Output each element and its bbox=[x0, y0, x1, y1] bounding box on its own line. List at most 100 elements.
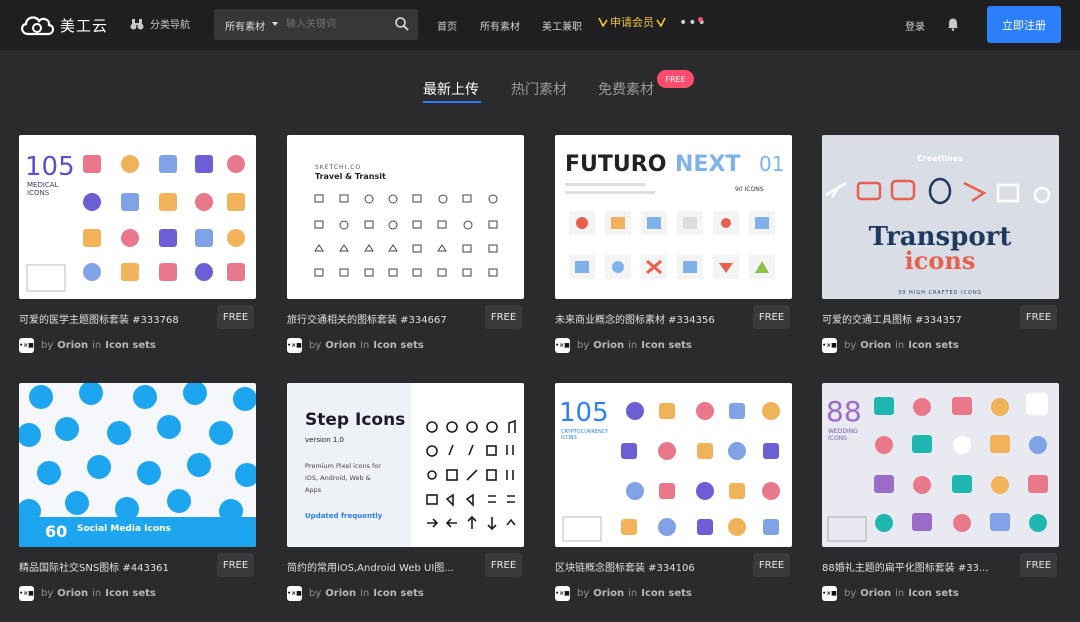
wedding-icons-preview: 88 WEDDING ICONS bbox=[822, 383, 1059, 547]
business-icons-preview: FUTURO NEXT 01 90 ICONS bbox=[555, 135, 792, 299]
card-author: •×■ by Orion in Icon sets bbox=[287, 586, 428, 601]
card-title[interactable]: 未来商业概念的图标素材 #334356 bbox=[555, 311, 735, 326]
card-thumbnail[interactable]: SKETCHI.CO Travel & Transit bbox=[287, 135, 524, 299]
nav-home[interactable]: 首页 bbox=[437, 18, 457, 33]
active-tab-indicator bbox=[423, 101, 481, 103]
card-thumbnail[interactable]: FUTURO NEXT 01 90 ICONS bbox=[555, 135, 792, 299]
free-tag: FREE bbox=[1020, 305, 1057, 329]
author-category[interactable]: Icon sets bbox=[373, 588, 424, 599]
card-thumbnail[interactable]: 60 Social Media Icons bbox=[19, 383, 256, 547]
card-title[interactable]: 可爱的交通工具图标 #334357 bbox=[822, 311, 1002, 326]
card-thumbnail[interactable]: 88 WEDDING ICONS bbox=[822, 383, 1059, 547]
preview-title: Social Media Icons bbox=[77, 524, 171, 534]
preview-label: ICONS bbox=[828, 435, 847, 442]
preview-label: Premium Pixel icons for bbox=[305, 462, 381, 470]
card-author: •×■ by Orion in Icon sets bbox=[822, 586, 963, 601]
search-icon[interactable] bbox=[394, 16, 410, 32]
crypto-icons-preview: 105 CRYPTOCURRENCY ICONS bbox=[555, 383, 792, 547]
author-category[interactable]: Icon sets bbox=[641, 340, 692, 351]
author-name[interactable]: Orion bbox=[325, 340, 356, 351]
card-thumbnail[interactable]: 105 CRYPTOCURRENCY ICONS bbox=[555, 383, 792, 547]
preview-number: 105 bbox=[25, 152, 75, 182]
card-title[interactable]: 可爱的医学主题图标套装 #333768 bbox=[19, 311, 199, 326]
preview-label: SKETCHI.CO bbox=[315, 164, 361, 171]
author-by: by bbox=[309, 588, 322, 599]
author-avatar[interactable]: •×■ bbox=[287, 586, 302, 601]
author-name[interactable]: Orion bbox=[860, 588, 891, 599]
author-avatar[interactable]: •×■ bbox=[822, 338, 837, 353]
author-avatar[interactable]: •×■ bbox=[555, 338, 570, 353]
author-by: by bbox=[844, 588, 857, 599]
card-thumbnail[interactable]: Step Icons version 1.0 Premium Pixel ico… bbox=[287, 383, 524, 547]
author-name[interactable]: Orion bbox=[593, 588, 624, 599]
preview-number: 105 bbox=[559, 398, 609, 428]
category-nav[interactable]: 分类导航 bbox=[130, 16, 190, 31]
card-author: •×■ by Orion in Icon sets bbox=[555, 338, 696, 353]
author-in: in bbox=[895, 588, 905, 599]
card-thumbnail[interactable]: 105 MEDICAL ICONS bbox=[19, 135, 256, 299]
author-by: by bbox=[844, 340, 857, 351]
tab-free[interactable]: 免费素材 bbox=[598, 79, 654, 99]
crown-right-icon bbox=[656, 17, 666, 28]
free-tag: FREE bbox=[1020, 553, 1057, 577]
nav-parttime[interactable]: 美工兼职 bbox=[542, 18, 582, 33]
author-category[interactable]: Icon sets bbox=[373, 340, 424, 351]
author-category[interactable]: Icon sets bbox=[641, 588, 692, 599]
preview-number: 01 bbox=[759, 152, 784, 176]
author-avatar[interactable]: •×■ bbox=[822, 586, 837, 601]
nav-all-materials[interactable]: 所有素材 bbox=[480, 18, 520, 33]
preview-label: MEDICAL bbox=[27, 181, 59, 189]
bell-icon[interactable] bbox=[946, 17, 960, 31]
author-avatar[interactable]: •×■ bbox=[19, 338, 34, 353]
author-name[interactable]: Orion bbox=[860, 340, 891, 351]
author-name[interactable]: Orion bbox=[325, 588, 356, 599]
card-title[interactable]: 旅行交通相关的图标套装 #334667 bbox=[287, 311, 467, 326]
author-in: in bbox=[360, 588, 370, 599]
card-author: •×■ by Orion in Icon sets bbox=[287, 338, 428, 353]
free-tag: FREE bbox=[753, 553, 790, 577]
author-category[interactable]: Icon sets bbox=[908, 340, 959, 351]
search-category-select[interactable]: 所有素材 bbox=[225, 18, 265, 33]
notification-dot bbox=[698, 17, 703, 22]
register-button[interactable]: 立即注册 bbox=[987, 6, 1061, 43]
preview-label: WEDDING bbox=[828, 428, 858, 435]
author-name[interactable]: Orion bbox=[57, 340, 88, 351]
category-nav-label: 分类导航 bbox=[150, 20, 190, 31]
preview-label: Apps bbox=[305, 486, 322, 494]
vip-apply-link[interactable]: 申请会员 bbox=[598, 14, 666, 30]
tab-popular[interactable]: 热门素材 bbox=[511, 79, 567, 99]
caret-down-icon[interactable] bbox=[272, 22, 278, 26]
tab-latest[interactable]: 最新上传 bbox=[423, 79, 479, 99]
author-name[interactable]: Orion bbox=[593, 340, 624, 351]
author-avatar[interactable]: •×■ bbox=[555, 586, 570, 601]
preview-title: FUTURO bbox=[565, 152, 666, 177]
preview-title: Step Icons bbox=[305, 410, 405, 430]
search-input[interactable] bbox=[286, 15, 386, 33]
card-title[interactable]: 区块链概念图标套装 #334106 bbox=[555, 559, 735, 574]
author-in: in bbox=[92, 588, 102, 599]
author-category[interactable]: Icon sets bbox=[105, 588, 156, 599]
author-avatar[interactable]: •×■ bbox=[287, 338, 302, 353]
free-tag: FREE bbox=[753, 305, 790, 329]
author-name[interactable]: Orion bbox=[57, 588, 88, 599]
author-category[interactable]: Icon sets bbox=[105, 340, 156, 351]
card-title[interactable]: 精品国际社交SNS图标 #443361 bbox=[19, 559, 199, 574]
author-category[interactable]: Icon sets bbox=[908, 588, 959, 599]
card-author: •×■ by Orion in Icon sets bbox=[19, 338, 160, 353]
card-title[interactable]: 简约的常用iOS,Android Web UI图... bbox=[287, 559, 467, 574]
medical-icons-preview: 105 MEDICAL ICONS bbox=[19, 135, 256, 299]
preview-label: Creatlines bbox=[917, 154, 963, 163]
author-by: by bbox=[309, 340, 322, 351]
travel-icons-preview: SKETCHI.CO Travel & Transit bbox=[287, 135, 524, 299]
author-in: in bbox=[92, 340, 102, 351]
site-logo[interactable]: 美工云 bbox=[18, 12, 108, 38]
author-in: in bbox=[360, 340, 370, 351]
logo-text: 美工云 bbox=[60, 16, 109, 35]
preview-label: 90 ICONS bbox=[735, 186, 764, 193]
card-thumbnail[interactable]: Creatlines Transport icons 30 HIGH CRAFT… bbox=[822, 135, 1059, 299]
card-title[interactable]: 88婚礼主题的扁平化图标套装 #33... bbox=[822, 559, 1002, 574]
author-by: by bbox=[577, 340, 590, 351]
preview-title: NEXT bbox=[675, 152, 740, 177]
author-avatar[interactable]: •×■ bbox=[19, 586, 34, 601]
login-link[interactable]: 登录 bbox=[905, 18, 925, 33]
